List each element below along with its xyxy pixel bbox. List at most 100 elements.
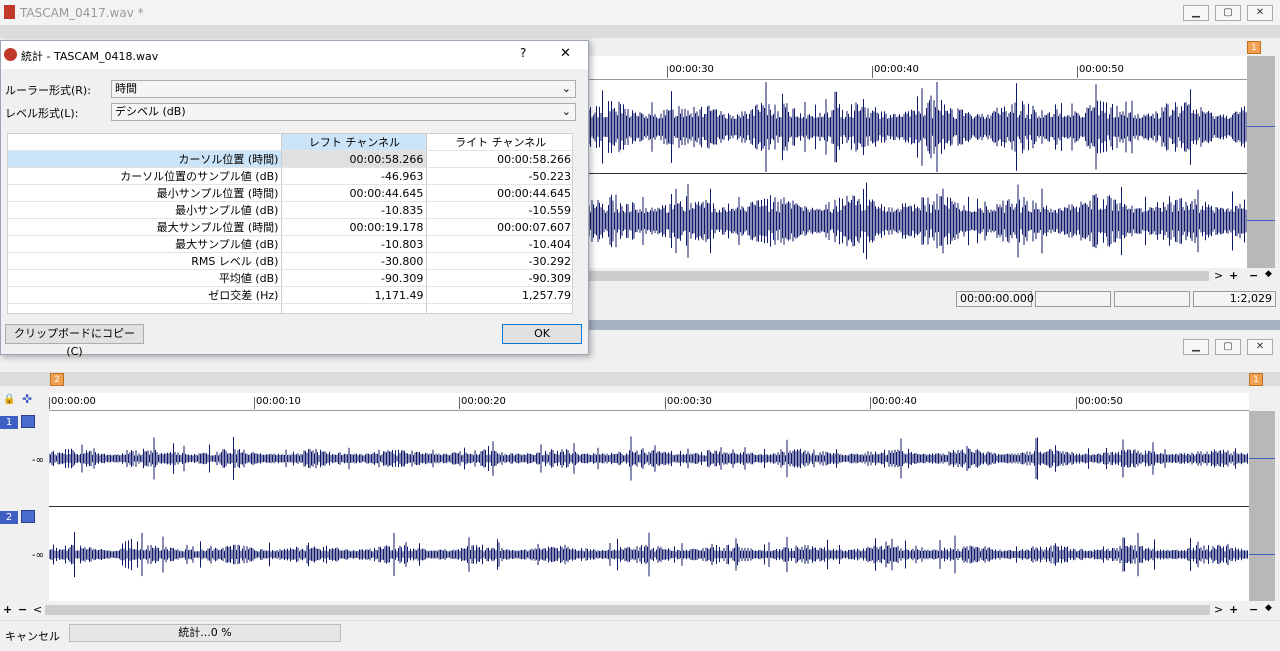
scroll-right-arrow[interactable]: > [1214,603,1223,616]
stats-empty-cell [281,303,427,313]
cursor-position-field[interactable]: 00:00:00.000 [956,291,1034,307]
channel-1-badge[interactable]: 1 [0,416,18,429]
stats-row[interactable]: 最小サンプル位置 (時間) 00:00:44.645 00:00:44.645 [8,184,572,202]
stats-left-value: -30.800 [281,252,427,270]
zoom-in-button[interactable]: + [1229,603,1238,616]
stats-right-value: -50.223 [426,167,572,185]
stats-row[interactable]: 最小サンプル値 (dB) -10.835 -10.559 [8,201,572,219]
stats-row[interactable]: ゼロ交差 (Hz) 1,171.49 1,257.79 [8,286,572,304]
zoom-out-button[interactable]: − [18,603,27,616]
stats-left-value: 00:00:58.266 [281,150,427,168]
statistics-table: レフト チャンネル ライト チャンネル カーソル位置 (時間) 00:00:58.… [8,134,572,313]
snap-icon[interactable]: ✜ [22,392,32,406]
marker-bar [0,26,1280,38]
ruler-tick-label: 00:00:30 [669,64,714,75]
time-ruler[interactable]: 00:00:00 00:00:10 00:00:20 00:00:30 00:0… [49,393,1249,411]
channel-1-collapse-button[interactable] [21,415,35,428]
waveform-path [49,436,1248,481]
marker-bar [0,372,1280,386]
stats-row[interactable]: 平均値 (dB) -90.309 -90.309 [8,269,572,287]
selection-start-field[interactable] [1035,291,1111,307]
stats-row-label: 最大サンプル値 (dB) [8,235,282,253]
time-ruler[interactable]: 00:00:30 00:00:40 00:00:50 [589,56,1247,80]
channel-2-badge[interactable]: 2 [0,511,18,524]
marker-1[interactable]: 1 [1249,373,1263,386]
zoom-in-button[interactable]: + [1229,269,1238,282]
minimize-button[interactable]: ▁ [1183,5,1209,21]
channel-2-collapse-button[interactable] [21,510,35,523]
zoom-arrows-icon[interactable]: ◆ [1265,269,1272,279]
waveform-area-2[interactable] [49,411,1249,601]
waveform-end-region [1249,411,1275,601]
chevron-down-icon: ⌄ [561,82,571,95]
stats-right-value: 00:00:58.266 [426,150,572,168]
stats-row[interactable]: カーソル位置のサンプル値 (dB) -46.963 -50.223 [8,167,572,185]
stats-row-label: カーソル位置 (時間) [8,150,282,168]
maximize-button[interactable]: ▢ [1215,5,1241,21]
progress-bar: 統計...0 % [69,624,341,642]
copy-to-clipboard-button[interactable]: クリップボードにコピー(C) [5,324,144,358]
ruler-tick [665,397,666,409]
waveform-channel-1 [49,436,1248,481]
stats-left-value: -10.835 [281,201,427,219]
stats-empty-cell [8,303,282,313]
window-1-titlebar[interactable]: TASCAM_0417.wav * ▁ ▢ ✕ [0,0,1280,26]
stats-right-value: 00:00:07.607 [426,218,572,236]
marker-2[interactable]: 2 [50,373,64,386]
stats-left-value: -46.963 [281,167,427,185]
stats-right-value: 00:00:44.645 [426,184,572,202]
horizontal-scrollbar[interactable]: + − < > + − ◆ [0,602,1280,618]
level-format-label: レベル形式(L): [5,107,79,120]
stats-row[interactable]: カーソル位置 (時間) 00:00:58.266 00:00:58.266 [8,150,572,168]
selection-length-field[interactable] [1114,291,1190,307]
zoom-out-button[interactable]: − [1249,269,1258,282]
ruler-tick [1077,66,1078,78]
dialog-titlebar[interactable]: 統計 - TASCAM_0418.wav ? ✕ [1,41,588,69]
stats-right-value: -10.559 [426,201,572,219]
column-header-left[interactable]: レフト チャンネル [281,134,427,151]
ruler-format-value: 時間 [115,82,137,95]
ruler-tick-label: 00:00:40 [872,396,917,407]
scrollbar-thumb[interactable] [589,271,1209,281]
help-button[interactable]: ? [520,46,526,60]
stats-row[interactable]: RMS レベル (dB) -30.800 -30.292 [8,252,572,270]
maximize-button[interactable]: ▢ [1215,339,1241,355]
horizontal-scrollbar[interactable]: > + − ◆ [589,268,1280,284]
zoom-ratio-field[interactable]: 1:2,029 [1193,291,1276,307]
zoom-arrows-icon[interactable]: ◆ [1265,603,1272,613]
level-line [1247,126,1275,127]
waveform-path [589,182,1247,260]
stats-left-value: 00:00:44.645 [281,184,427,202]
scroll-right-arrow[interactable]: > [1214,269,1223,282]
close-icon[interactable]: ✕ [560,46,571,61]
stats-row[interactable]: 最大サンプル値 (dB) -10.803 -10.404 [8,235,572,253]
cancel-link[interactable]: キャンセル [5,628,60,644]
column-header-right[interactable]: ライト チャンネル [426,134,572,151]
ruler-tick [254,397,255,409]
stats-left-value: -10.803 [281,235,427,253]
file-icon [4,5,15,19]
stats-row[interactable]: 最大サンプル位置 (時間) 00:00:19.178 00:00:07.607 [8,218,572,236]
statistics-dialog: 統計 - TASCAM_0418.wav ? ✕ ルーラー形式(R): 時間 ⌄… [0,40,589,358]
ok-button[interactable]: OK [502,324,582,344]
waveform-channel-2 [49,531,1248,578]
level-line [1247,220,1275,221]
close-button[interactable]: ✕ [1247,5,1273,21]
ruler-tick-label: 00:00:30 [667,396,712,407]
zoom-out-button[interactable]: − [1249,603,1258,616]
level-line [1249,554,1275,555]
lock-icon[interactable]: 🔒 [3,394,15,405]
level-format-select[interactable]: デシベル (dB) ⌄ [111,103,576,121]
waveform-area-1[interactable] [589,80,1247,268]
ruler-format-select[interactable]: 時間 ⌄ [111,80,576,98]
minimize-button[interactable]: ▁ [1183,339,1209,355]
close-button[interactable]: ✕ [1247,339,1273,355]
scroll-left-arrow[interactable]: < [33,603,42,616]
ruler-tick-label: 00:00:40 [874,64,919,75]
scrollbar-thumb[interactable] [45,605,1210,615]
zoom-in-button[interactable]: + [3,603,12,616]
ruler-format-label: ルーラー形式(R): [5,84,91,97]
stats-left-value: 1,171.49 [281,286,427,304]
statistics-table-container[interactable]: レフト チャンネル ライト チャンネル カーソル位置 (時間) 00:00:58.… [7,133,573,314]
marker-1[interactable]: 1 [1247,41,1261,54]
